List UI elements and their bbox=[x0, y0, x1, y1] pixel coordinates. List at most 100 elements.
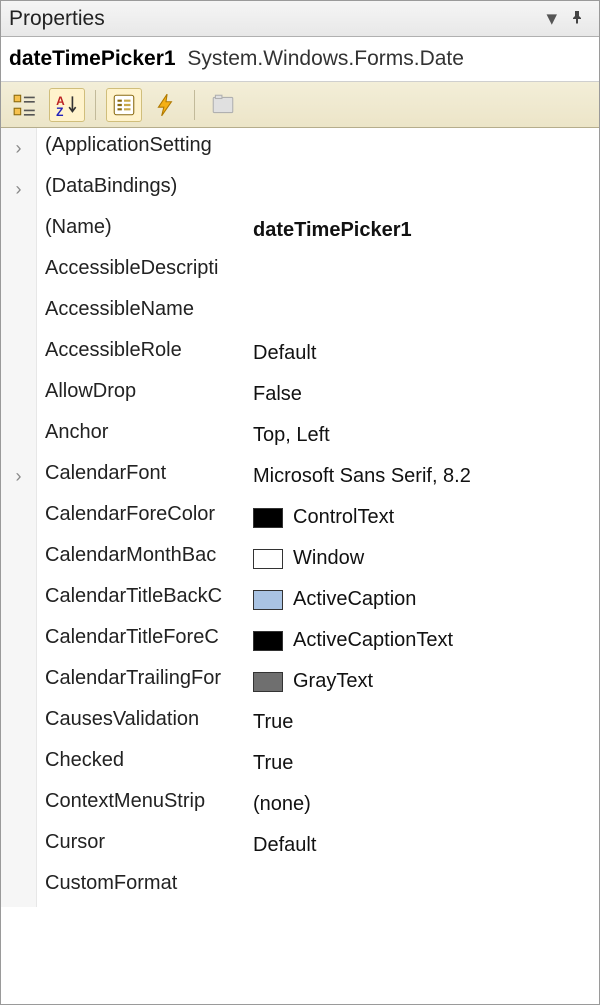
property-name: AccessibleDescripti bbox=[37, 251, 243, 292]
alphabetical-button[interactable]: AZ bbox=[49, 88, 85, 122]
property-value-text: ControlText bbox=[293, 506, 394, 529]
property-row[interactable]: AnchorTop, Left bbox=[1, 415, 599, 456]
toolbar-separator bbox=[95, 90, 96, 120]
property-value[interactable]: ControlText bbox=[243, 497, 599, 538]
property-value-text: Default bbox=[253, 834, 316, 857]
property-value-text: Microsoft Sans Serif, 8.2 bbox=[253, 465, 471, 488]
property-row[interactable]: AccessibleName bbox=[1, 292, 599, 333]
property-value-text: GrayText bbox=[293, 670, 373, 693]
property-name: CalendarForeColor bbox=[37, 497, 243, 538]
property-name: (ApplicationSetting bbox=[37, 128, 243, 169]
property-value[interactable]: Top, Left bbox=[243, 415, 599, 456]
property-name: CalendarTrailingFor bbox=[37, 661, 243, 702]
property-row[interactable]: CalendarMonthBac Window bbox=[1, 538, 599, 579]
property-value[interactable]: Default bbox=[243, 825, 599, 866]
color-swatch bbox=[253, 631, 283, 651]
expand-spacer bbox=[1, 661, 37, 702]
object-selector[interactable]: dateTimePicker1 System.Windows.Forms.Dat… bbox=[1, 37, 599, 82]
expand-icon[interactable]: › bbox=[1, 128, 37, 169]
expand-spacer bbox=[1, 702, 37, 743]
property-name: CalendarTitleForeC bbox=[37, 620, 243, 661]
property-value-text: Default bbox=[253, 342, 316, 365]
property-name: CalendarFont bbox=[37, 456, 243, 497]
toolbar: AZ bbox=[1, 82, 599, 128]
property-value[interactable]: (none) bbox=[243, 784, 599, 825]
property-name: AccessibleRole bbox=[37, 333, 243, 374]
pin-icon[interactable] bbox=[563, 7, 591, 31]
property-name: ContextMenuStrip bbox=[37, 784, 243, 825]
property-value[interactable]: True bbox=[243, 743, 599, 784]
property-value[interactable]: ActiveCaption bbox=[243, 579, 599, 620]
property-row[interactable]: AccessibleRole Default bbox=[1, 333, 599, 374]
object-type: System.Windows.Forms.Date bbox=[187, 47, 464, 70]
property-row[interactable]: CausesValidation True bbox=[1, 702, 599, 743]
property-row[interactable]: ContextMenuStrip (none) bbox=[1, 784, 599, 825]
property-value-text: True bbox=[253, 752, 293, 775]
expand-spacer bbox=[1, 251, 37, 292]
property-row[interactable]: (Name)dateTimePicker1 bbox=[1, 210, 599, 251]
property-name: AccessibleName bbox=[37, 292, 243, 333]
svg-text:Z: Z bbox=[56, 104, 63, 117]
property-value[interactable] bbox=[243, 866, 599, 907]
property-value[interactable] bbox=[243, 128, 599, 169]
property-name: Cursor bbox=[37, 825, 243, 866]
color-swatch bbox=[253, 590, 283, 610]
object-name: dateTimePicker1 bbox=[9, 47, 176, 70]
property-row[interactable]: Checked True bbox=[1, 743, 599, 784]
property-grid[interactable]: ›(ApplicationSetting›(DataBindings)(Name… bbox=[1, 128, 599, 997]
panel-title: Properties bbox=[9, 7, 540, 31]
property-value[interactable] bbox=[243, 251, 599, 292]
property-row[interactable]: ›CalendarFont Microsoft Sans Serif, 8.2 bbox=[1, 456, 599, 497]
toolbar-separator bbox=[194, 90, 195, 120]
expand-spacer bbox=[1, 497, 37, 538]
color-swatch bbox=[253, 508, 283, 528]
property-value[interactable]: Default bbox=[243, 333, 599, 374]
property-value[interactable] bbox=[243, 169, 599, 210]
properties-button[interactable] bbox=[106, 88, 142, 122]
expand-icon[interactable]: › bbox=[1, 169, 37, 210]
property-name: CalendarMonthBac bbox=[37, 538, 243, 579]
property-value-text: True bbox=[253, 711, 293, 734]
property-pages-button[interactable] bbox=[205, 88, 241, 122]
property-value[interactable]: True bbox=[243, 702, 599, 743]
property-row[interactable]: AllowDrop False bbox=[1, 374, 599, 415]
categorized-button[interactable] bbox=[7, 88, 43, 122]
color-swatch bbox=[253, 672, 283, 692]
property-value-text: False bbox=[253, 383, 302, 406]
property-name: CausesValidation bbox=[37, 702, 243, 743]
property-row[interactable]: CalendarTitleForeC ActiveCaptionText bbox=[1, 620, 599, 661]
expand-spacer bbox=[1, 620, 37, 661]
property-name: CalendarTitleBackC bbox=[37, 579, 243, 620]
expand-spacer bbox=[1, 374, 37, 415]
property-name: AllowDrop bbox=[37, 374, 243, 415]
property-row[interactable]: CalendarTrailingFor GrayText bbox=[1, 661, 599, 702]
property-row[interactable]: ›(ApplicationSetting bbox=[1, 128, 599, 169]
property-value[interactable]: False bbox=[243, 374, 599, 415]
property-value-text: ActiveCaptionText bbox=[293, 629, 453, 652]
property-value[interactable]: Window bbox=[243, 538, 599, 579]
property-row[interactable]: CalendarTitleBackCActiveCaption bbox=[1, 579, 599, 620]
property-value[interactable]: Microsoft Sans Serif, 8.2 bbox=[243, 456, 599, 497]
property-value[interactable]: GrayText bbox=[243, 661, 599, 702]
property-row[interactable]: CalendarForeColor ControlText bbox=[1, 497, 599, 538]
property-value-text: dateTimePicker1 bbox=[253, 219, 412, 242]
expand-spacer bbox=[1, 415, 37, 456]
property-value[interactable]: dateTimePicker1 bbox=[243, 210, 599, 251]
expand-spacer bbox=[1, 825, 37, 866]
expand-spacer bbox=[1, 743, 37, 784]
property-value[interactable]: ActiveCaptionText bbox=[243, 620, 599, 661]
property-value[interactable] bbox=[243, 292, 599, 333]
events-button[interactable] bbox=[148, 88, 184, 122]
property-row[interactable]: CustomFormat bbox=[1, 866, 599, 907]
expand-icon[interactable]: › bbox=[1, 456, 37, 497]
property-row[interactable]: Cursor Default bbox=[1, 825, 599, 866]
property-row[interactable]: ›(DataBindings) bbox=[1, 169, 599, 210]
dropdown-icon[interactable]: ▾ bbox=[540, 6, 563, 31]
expand-spacer bbox=[1, 784, 37, 825]
panel-titlebar: Properties ▾ bbox=[1, 1, 599, 37]
property-value-text: (none) bbox=[253, 793, 311, 816]
property-name: Checked bbox=[37, 743, 243, 784]
expand-spacer bbox=[1, 210, 37, 251]
property-row[interactable]: AccessibleDescripti bbox=[1, 251, 599, 292]
property-value-text: Window bbox=[293, 547, 364, 570]
